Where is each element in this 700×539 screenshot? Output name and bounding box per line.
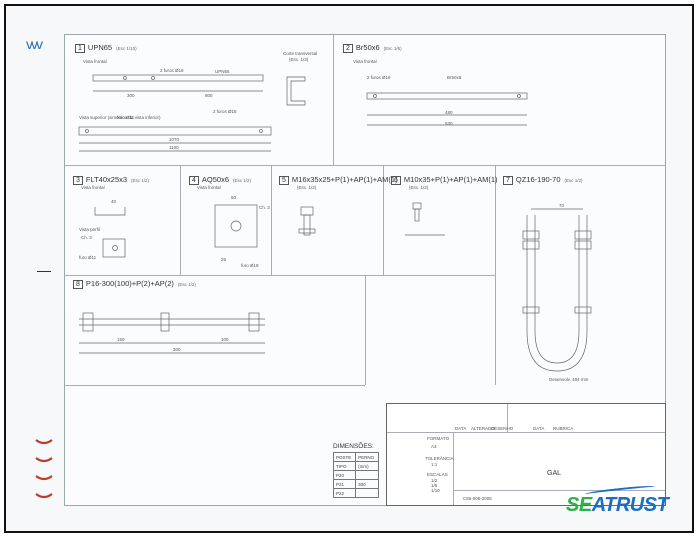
seatrust-logo: SEATRUST <box>566 494 669 517</box>
stamp-arc-2 <box>35 457 53 463</box>
stamp-arc-4 <box>35 493 53 499</box>
stamp-arc-3 <box>35 475 53 481</box>
stamp-arc-1 <box>35 439 53 445</box>
logo-text-se: SE <box>566 494 592 516</box>
left-stamp-glyphs <box>35 439 53 499</box>
logo-text-atrust: ATRUST <box>591 494 669 516</box>
